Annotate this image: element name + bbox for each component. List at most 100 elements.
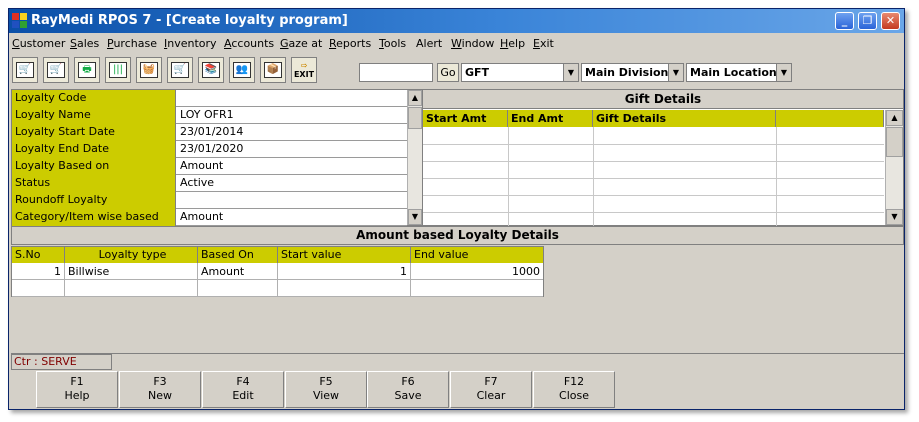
- menu-bar: Customer Sales Purchase Inventory Accoun…: [9, 33, 904, 53]
- amt-col-based-on[interactable]: Based On: [198, 247, 278, 263]
- cart-list-icon: 🛒: [171, 62, 189, 78]
- exit-button[interactable]: ⇨ EXIT: [291, 57, 317, 83]
- chevron-down-icon: ▼: [563, 64, 578, 81]
- info-scrollbar[interactable]: ▲ ▼: [407, 90, 422, 225]
- amount-details-title: Amount based Loyalty Details: [11, 226, 904, 245]
- amt-col-end-value[interactable]: End value: [411, 247, 543, 263]
- gift-col-end-amt[interactable]: End Amt: [508, 110, 593, 127]
- info-row-roundoff[interactable]: Roundoff Loyalty: [12, 192, 407, 209]
- loyalty-name-value[interactable]: LOY OFR1: [180, 107, 234, 124]
- books-icon: 📚: [202, 62, 220, 78]
- amt-col-start-value[interactable]: Start value: [278, 247, 411, 263]
- f3-new-button[interactable]: F3 New: [119, 371, 201, 408]
- table-cell-empty[interactable]: [65, 280, 198, 297]
- based-on-value[interactable]: Amount: [180, 158, 223, 175]
- scroll-down-icon[interactable]: ▼: [886, 209, 903, 225]
- printer-icon: 🖶: [78, 62, 96, 78]
- cart-list-button[interactable]: 🛒: [167, 57, 193, 83]
- gift-scrollbar[interactable]: ▲ ▼: [885, 110, 903, 225]
- menu-gaze-at[interactable]: Gaze at: [280, 37, 322, 50]
- status-value[interactable]: Active: [180, 175, 214, 192]
- f5-view-button[interactable]: F5 View: [285, 371, 367, 408]
- info-row-category-item[interactable]: Category/Item wise based Amount: [12, 209, 407, 226]
- end-date-value[interactable]: 23/01/2020: [180, 141, 243, 158]
- menu-exit[interactable]: Exit: [533, 37, 554, 50]
- grid-line: [423, 178, 884, 179]
- close-button[interactable]: ✕: [881, 12, 900, 30]
- chevron-down-icon: ▼: [776, 64, 791, 81]
- chevron-down-icon: ▼: [668, 64, 683, 81]
- users-button[interactable]: 👥: [229, 57, 255, 83]
- menu-window[interactable]: Window: [451, 37, 494, 50]
- menu-tools[interactable]: Tools: [379, 37, 406, 50]
- search-input[interactable]: [359, 63, 433, 82]
- menu-alert[interactable]: Alert: [416, 37, 442, 50]
- table-cell-empty[interactable]: [198, 280, 278, 297]
- loyalty-info-grid: Loyalty Code Loyalty Name LOY OFR1 Loyalt…: [11, 89, 422, 226]
- f7-clear-button[interactable]: F7 Clear: [450, 371, 532, 408]
- users-icon: 👥: [233, 62, 251, 78]
- basket-button[interactable]: 🧺: [136, 57, 162, 83]
- gift-col-gift-details[interactable]: Gift Details: [593, 110, 776, 127]
- f4-edit-button[interactable]: F4 Edit: [202, 371, 284, 408]
- go-button[interactable]: Go: [437, 63, 459, 82]
- books-button[interactable]: 📚: [198, 57, 224, 83]
- f6-save-button[interactable]: F6 Save: [367, 371, 449, 408]
- table-cell-empty[interactable]: [411, 280, 543, 297]
- grid-line: [423, 144, 884, 145]
- info-row-loyalty-name[interactable]: Loyalty Name LOY OFR1: [12, 107, 407, 124]
- start-date-value[interactable]: 23/01/2014: [180, 124, 243, 141]
- info-row-based-on[interactable]: Loyalty Based on Amount: [12, 158, 407, 175]
- scroll-up-icon[interactable]: ▲: [886, 110, 903, 126]
- f1-help-button[interactable]: F1 Help: [36, 371, 118, 408]
- scroll-down-icon[interactable]: ▼: [408, 209, 422, 225]
- menu-inventory[interactable]: Inventory: [164, 37, 217, 50]
- gift-type-select[interactable]: GFT ▼: [461, 63, 579, 82]
- grid-line: [423, 212, 884, 213]
- gift-col-extra[interactable]: [776, 110, 884, 127]
- scroll-up-icon[interactable]: ▲: [408, 90, 422, 106]
- grid-line: [423, 161, 884, 162]
- table-cell-end[interactable]: 1000: [411, 263, 543, 280]
- menu-customer[interactable]: Customer: [12, 37, 65, 50]
- table-cell-empty[interactable]: [12, 280, 65, 297]
- menu-purchase[interactable]: Purchase: [107, 37, 157, 50]
- barcode-button[interactable]: |||: [105, 57, 131, 83]
- table-cell-sno[interactable]: 1: [12, 263, 65, 280]
- info-row-end-date[interactable]: Loyalty End Date 23/01/2020: [12, 141, 407, 158]
- menu-help[interactable]: Help: [500, 37, 525, 50]
- scroll-thumb[interactable]: [886, 127, 903, 157]
- app-logo-icon: [12, 13, 28, 29]
- gift-details-title: Gift Details: [423, 90, 903, 109]
- scroll-thumb[interactable]: [408, 107, 422, 129]
- barcode-icon: |||: [109, 62, 127, 78]
- category-item-value[interactable]: Amount: [180, 209, 223, 226]
- division-select[interactable]: Main Division ▼: [581, 63, 684, 82]
- print-button[interactable]: 🖶: [74, 57, 100, 83]
- amt-col-sno[interactable]: S.No: [12, 247, 65, 263]
- menu-reports[interactable]: Reports: [329, 37, 371, 50]
- f12-close-button[interactable]: F12 Close: [533, 371, 615, 408]
- info-row-start-date[interactable]: Loyalty Start Date 23/01/2014: [12, 124, 407, 141]
- boxes-button[interactable]: 📦: [260, 57, 286, 83]
- table-cell-type[interactable]: Billwise: [65, 263, 198, 280]
- restore-button[interactable]: ❐: [858, 12, 877, 30]
- location-select[interactable]: Main Location ▼: [686, 63, 792, 82]
- gift-col-start-amt[interactable]: Start Amt: [423, 110, 508, 127]
- info-row-loyalty-code[interactable]: Loyalty Code: [12, 90, 407, 107]
- minimize-button[interactable]: _: [835, 12, 854, 30]
- amt-col-loyalty-type[interactable]: Loyalty type: [65, 247, 198, 263]
- cart-button[interactable]: 🛒: [12, 57, 38, 83]
- shopping-cart-icon: 🛒: [16, 62, 34, 78]
- grid-line: [593, 127, 594, 227]
- menu-accounts[interactable]: Accounts: [224, 37, 274, 50]
- table-cell-based-on[interactable]: Amount: [198, 263, 278, 280]
- grid-line: [508, 127, 509, 227]
- menu-sales[interactable]: Sales: [70, 37, 99, 50]
- info-row-status[interactable]: Status Active: [12, 175, 407, 192]
- cart-return-button[interactable]: 🛒: [43, 57, 69, 83]
- counter-status: Ctr : SERVE: [11, 354, 112, 370]
- gift-details-panel: Gift Details Start Amt End Amt Gift Deta…: [422, 89, 904, 227]
- table-cell-empty[interactable]: [278, 280, 411, 297]
- table-cell-start[interactable]: 1: [278, 263, 411, 280]
